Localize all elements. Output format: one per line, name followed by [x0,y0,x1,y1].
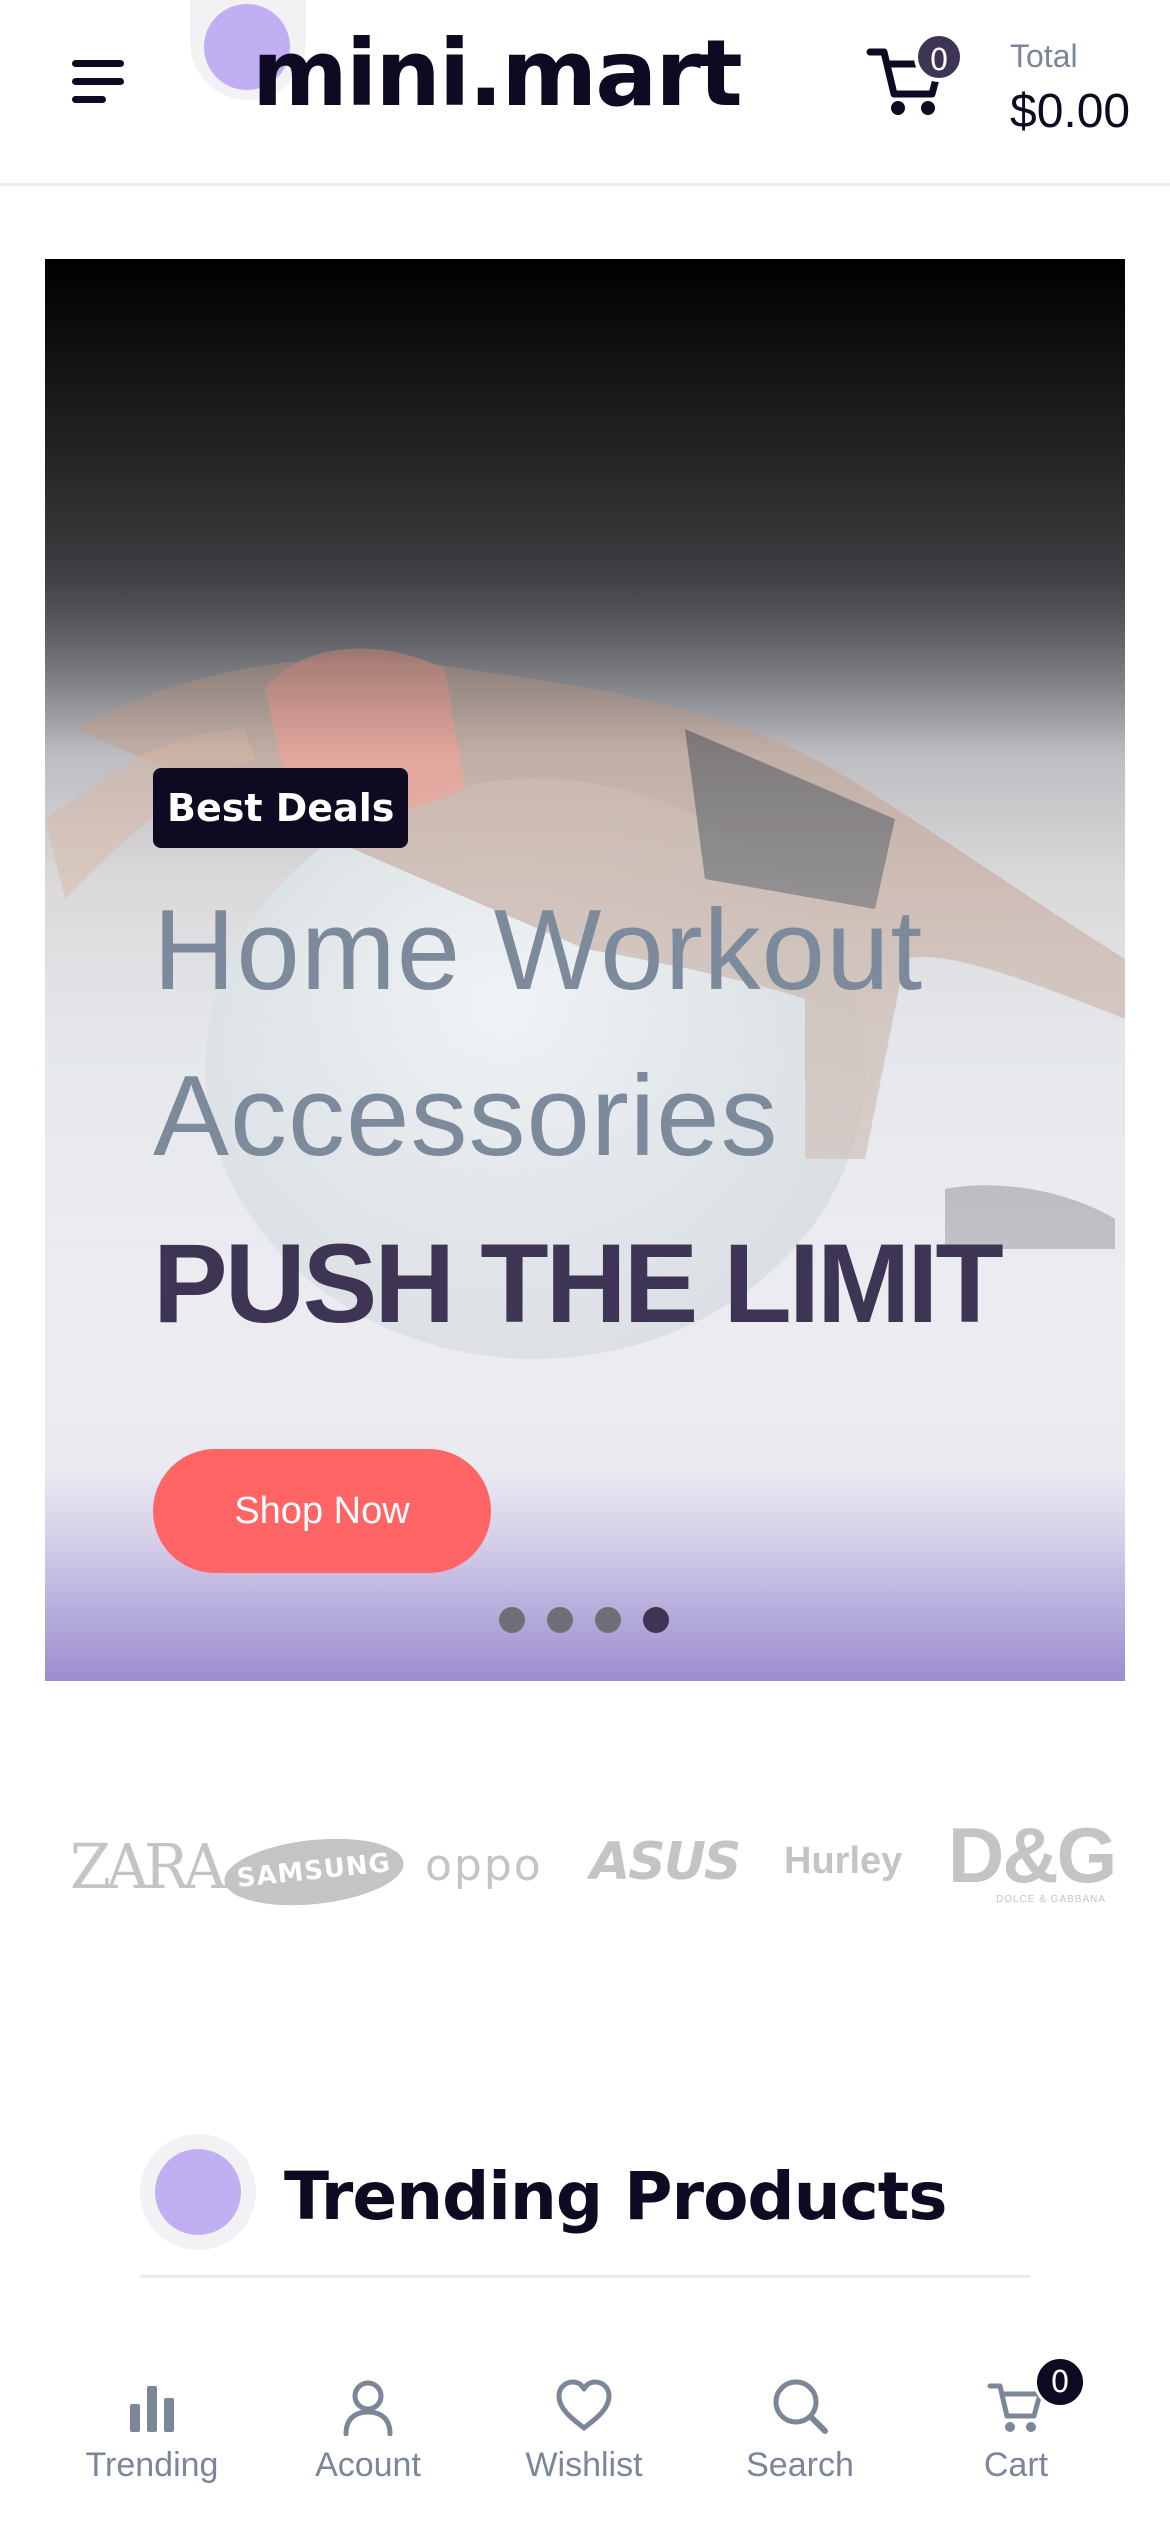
nav-wishlist[interactable]: Wishlist [494,2376,674,2485]
carousel-dot-3[interactable] [595,1607,621,1633]
brand-logo-samsung[interactable]: SAMSUNG [221,1830,407,1914]
hero-tagline: PUSH THE LIMIT [153,1221,1004,1346]
menu-icon[interactable] [72,58,126,106]
nav-search[interactable]: Search [710,2376,890,2485]
nav-cart-label: Cart [983,2446,1049,2484]
carousel-dot-1[interactable] [499,1607,525,1633]
nav-wishlist-label: Wishlist [525,2446,643,2484]
nav-account-label: Acount [315,2446,421,2484]
carousel-dot-2[interactable] [547,1607,573,1633]
nav-search-label: Search [746,2446,854,2484]
hero-banner[interactable]: Best Deals Home Workout Accessories PUSH… [45,259,1125,1681]
carousel-dot-4[interactable] [643,1607,669,1633]
hero-title-line2: Accessories [153,1053,779,1180]
brand-logo[interactable]: mini.mart [190,0,743,150]
total-value: $0.00 [1010,85,1131,138]
hero-title-line1: Home Workout [153,887,924,1014]
brand-logo-oppo[interactable]: oppo [425,1840,543,1891]
bottom-navigation: Trending Acount Wishlist Search 0 Cart [0,2330,1170,2532]
shop-now-button[interactable]: Shop Now [153,1449,491,1573]
brand-samsung-label: SAMSUNG [235,1848,393,1895]
section-dot [155,2149,241,2235]
header-cart-button[interactable]: 0 [866,32,966,132]
hero-content: Best Deals Home Workout Accessories PUSH… [153,768,1113,1340]
total-label: Total [1010,38,1078,74]
brand-logo-zara[interactable]: ZARA [70,1830,226,1903]
best-deals-badge[interactable]: Best Deals [153,768,409,848]
app-header: mini.mart 0 Total $0.00 [0,0,1170,186]
heart-icon [556,2379,612,2431]
brand-strip: ZARA SAMSUNG oppo ASUS Hurley D&G DOLCE … [60,1810,1120,1914]
user-icon [343,2380,393,2436]
bar-chart-icon [130,2386,174,2432]
nav-trending[interactable]: Trending [62,2376,242,2485]
trending-section-header: Trending Products [140,2134,1030,2278]
brand-logo-asus[interactable]: ASUS [590,1832,741,1892]
section-title: Trending Products [284,2158,948,2235]
brand-name: mini.mart [252,20,743,127]
brand-dg-label: D&G [948,1811,1117,1899]
brand-dg-sub: DOLCE & GABBANA [996,1894,1107,1905]
nav-trending-label: Trending [85,2446,219,2484]
nav-account[interactable]: Acount [278,2376,458,2485]
brand-logo-hurley[interactable]: Hurley [784,1840,902,1883]
search-icon [773,2379,828,2434]
cart-count-badge: 0 [914,32,964,82]
nav-cart-badge: 0 [1034,2356,1086,2408]
brand-logo-dg[interactable]: D&G DOLCE & GABBANA [948,1810,1117,1905]
nav-cart[interactable]: 0 Cart [926,2356,1106,2485]
